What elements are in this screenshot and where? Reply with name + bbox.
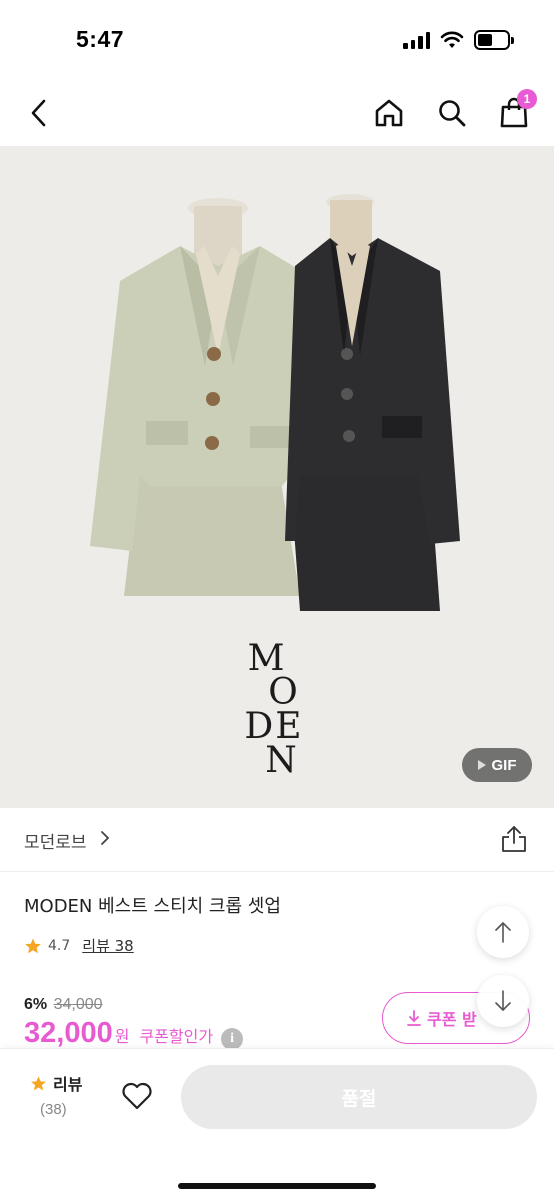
share-button[interactable] bbox=[500, 824, 528, 854]
logo-letter-2: O bbox=[268, 672, 300, 713]
discount-row: 6% 34,000 bbox=[24, 996, 103, 1014]
sale-price: 32,000 bbox=[24, 1017, 113, 1049]
play-icon bbox=[477, 760, 486, 770]
cart-button[interactable]: 1 bbox=[493, 89, 537, 134]
wifi-icon bbox=[440, 31, 464, 48]
info-icon[interactable]: i bbox=[221, 1028, 244, 1050]
scroll-bottom-button[interactable] bbox=[477, 975, 529, 1027]
chevron-right-icon bbox=[101, 831, 110, 845]
search-button[interactable] bbox=[431, 92, 473, 134]
review-count: (38) bbox=[40, 1101, 67, 1118]
nav-bar: 1 bbox=[0, 80, 554, 146]
download-icon bbox=[407, 1010, 421, 1026]
rating-row: 4.7 리뷰 38 bbox=[24, 935, 134, 956]
gif-play-button[interactable]: GIF bbox=[462, 748, 532, 782]
home-icon bbox=[375, 99, 403, 127]
search-icon bbox=[439, 100, 466, 127]
rating-value: 4.7 bbox=[48, 937, 71, 954]
discount-rate: 6% bbox=[24, 996, 48, 1013]
status-icons bbox=[403, 30, 514, 50]
share-icon bbox=[502, 826, 526, 852]
original-price: 34,000 bbox=[53, 996, 103, 1013]
star-icon bbox=[31, 1075, 46, 1090]
product-page: 5:47 1 M O DE N GIF 모던로브 MODEN 베스트 스티치 크… bbox=[0, 0, 554, 1200]
logo-letter-1: M bbox=[247, 638, 287, 679]
soldout-button[interactable]: 품절 bbox=[181, 1065, 537, 1129]
chevron-left-icon bbox=[31, 99, 46, 127]
cart-count-badge: 1 bbox=[517, 89, 537, 109]
status-time: 5:47 bbox=[76, 26, 125, 52]
arrow-up-icon bbox=[495, 922, 511, 943]
brand-name-link[interactable]: 모던로브 bbox=[24, 828, 87, 853]
wishlist-button[interactable] bbox=[120, 1081, 156, 1113]
star-icon bbox=[25, 938, 41, 953]
status-bar: 5:47 bbox=[0, 0, 554, 80]
gif-label: GIF bbox=[491, 756, 517, 774]
cellular-signal-icon bbox=[403, 31, 430, 49]
review-summary-button[interactable]: 리뷰 (38) bbox=[30, 1071, 82, 1118]
scroll-top-button[interactable] bbox=[477, 906, 529, 958]
brand-row: 모던로브 bbox=[0, 808, 554, 872]
price-row: 32,000 원 쿠폰할인가 i bbox=[24, 1017, 244, 1050]
bottom-action-bar: 리뷰 (38) 품절 bbox=[0, 1048, 554, 1200]
review-summary-label-row: 리뷰 bbox=[30, 1071, 82, 1095]
review-link[interactable]: 리뷰 38 bbox=[82, 935, 133, 956]
home-button[interactable] bbox=[368, 92, 410, 134]
coupon-button-label: 쿠폰 받 bbox=[427, 1010, 477, 1029]
product-image[interactable]: M O DE N GIF bbox=[0, 146, 554, 808]
home-indicator bbox=[178, 1183, 376, 1189]
battery-icon bbox=[474, 30, 514, 50]
logo-letter-3: DE bbox=[244, 706, 304, 747]
heart-icon bbox=[122, 1082, 152, 1110]
back-button[interactable] bbox=[18, 92, 60, 134]
arrow-down-icon bbox=[495, 990, 511, 1011]
currency-unit: 원 bbox=[114, 1027, 130, 1046]
review-summary-label: 리뷰 bbox=[53, 1075, 83, 1094]
product-title: MODEN 베스트 스티치 크롭 셋업 bbox=[24, 896, 281, 917]
coupon-price-label: 쿠폰할인가 bbox=[139, 1027, 214, 1046]
